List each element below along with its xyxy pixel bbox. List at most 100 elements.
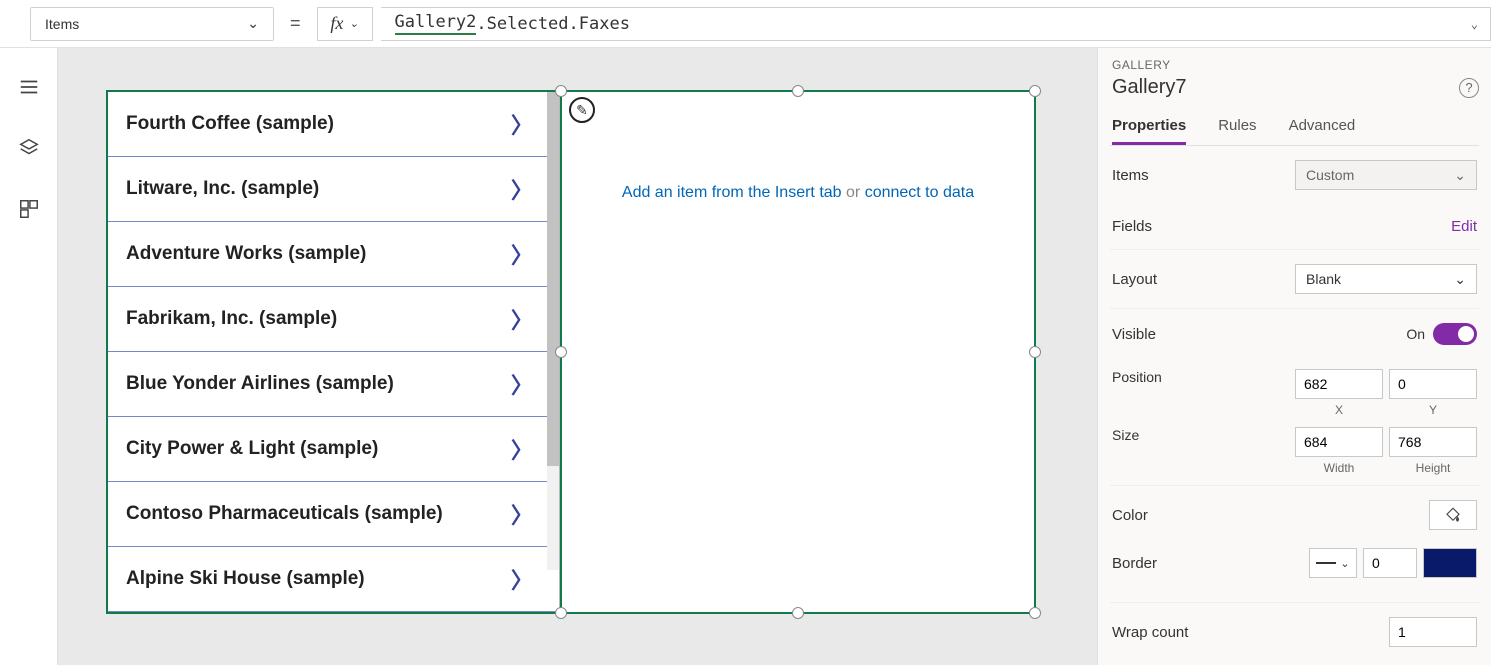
panel-category-label: GALLERY: [1110, 58, 1479, 72]
visible-state: On: [1406, 326, 1425, 342]
position-y-sublabel: Y: [1389, 403, 1477, 417]
size-label: Size: [1112, 427, 1139, 443]
wrap-count-input[interactable]: [1389, 617, 1477, 647]
chevron-down-icon: ⌄: [247, 15, 259, 32]
resize-handle[interactable]: [555, 346, 567, 358]
border-label: Border: [1112, 555, 1157, 572]
layout-dropdown[interactable]: Blank ⌄: [1295, 264, 1477, 294]
connect-data-link[interactable]: connect to data: [865, 184, 974, 201]
chevron-right-icon[interactable]: 〉: [511, 563, 533, 595]
resize-handle[interactable]: [1029, 607, 1041, 619]
app-canvas[interactable]: Fourth Coffee (sample) 〉 Litware, Inc. (s…: [106, 90, 1036, 614]
items-dropdown[interactable]: Custom ⌄: [1295, 160, 1477, 190]
chevron-right-icon[interactable]: 〉: [511, 173, 533, 205]
size-height-sublabel: Height: [1389, 461, 1477, 475]
position-x-input[interactable]: [1295, 369, 1383, 399]
chevron-down-icon: ⌄: [1454, 167, 1466, 184]
fill-icon: [1444, 506, 1462, 524]
tab-properties[interactable]: Properties: [1112, 117, 1186, 145]
chevron-right-icon[interactable]: 〉: [511, 238, 533, 270]
main-area: Fourth Coffee (sample) 〉 Litware, Inc. (s…: [0, 48, 1491, 665]
list-item[interactable]: Fourth Coffee (sample) 〉: [108, 92, 559, 157]
empty-gallery-placeholder: Add an item from the Insert tab or conne…: [562, 184, 1034, 202]
items-value: Custom: [1306, 167, 1354, 183]
property-selector-label: Items: [45, 16, 79, 32]
chevron-right-icon[interactable]: 〉: [511, 108, 533, 140]
color-picker[interactable]: [1429, 500, 1477, 530]
list-item-label: Contoso Pharmaceuticals (sample): [126, 503, 443, 525]
list-item-label: City Power & Light (sample): [126, 438, 378, 460]
fx-label: fx: [330, 13, 343, 34]
gallery2[interactable]: Fourth Coffee (sample) 〉 Litware, Inc. (s…: [108, 92, 560, 612]
panel-tabs: Properties Rules Advanced: [1110, 117, 1479, 146]
list-item[interactable]: Blue Yonder Airlines (sample) 〉: [108, 352, 559, 417]
list-item-label: Adventure Works (sample): [126, 243, 366, 265]
formula-input[interactable]: Gallery2.Selected.Faxes ⌄: [381, 7, 1491, 41]
insert-item-link[interactable]: Add an item from the Insert tab: [622, 184, 842, 201]
grid-icon[interactable]: [18, 198, 40, 223]
list-item-label: Fourth Coffee (sample): [126, 113, 334, 135]
canvas-area[interactable]: Fourth Coffee (sample) 〉 Litware, Inc. (s…: [58, 48, 1097, 665]
list-item[interactable]: Litware, Inc. (sample) 〉: [108, 157, 559, 222]
resize-handle[interactable]: [1029, 85, 1041, 97]
formula-rest: .Selected.Faxes: [476, 14, 630, 34]
gallery7-selected[interactable]: ✎ Add an item from the Insert tab or con…: [560, 92, 1034, 612]
formula-token-gallery2: Gallery2: [395, 12, 477, 35]
size-width-input[interactable]: [1295, 427, 1383, 457]
layout-label: Layout: [1112, 271, 1157, 288]
left-rail: [0, 48, 58, 665]
fields-edit-link[interactable]: Edit: [1451, 218, 1477, 235]
border-color-picker[interactable]: [1423, 548, 1477, 578]
tab-rules[interactable]: Rules: [1218, 117, 1256, 145]
resize-handle[interactable]: [555, 607, 567, 619]
resize-handle[interactable]: [792, 607, 804, 619]
color-label: Color: [1112, 507, 1148, 524]
chevron-right-icon[interactable]: 〉: [511, 368, 533, 400]
border-width-input[interactable]: [1363, 548, 1417, 578]
equals-sign: =: [282, 13, 309, 34]
properties-panel: GALLERY Gallery7 ? Properties Rules Adva…: [1097, 48, 1491, 665]
position-x-sublabel: X: [1295, 403, 1383, 417]
resize-handle[interactable]: [555, 85, 567, 97]
list-item-label: Fabrikam, Inc. (sample): [126, 308, 337, 330]
resize-handle[interactable]: [1029, 346, 1041, 358]
chevron-down-icon: ⌄: [1454, 271, 1466, 288]
property-selector[interactable]: Items ⌄: [30, 7, 274, 41]
border-style-dropdown[interactable]: ⌄: [1309, 548, 1357, 578]
list-item-label: Litware, Inc. (sample): [126, 178, 319, 200]
list-item[interactable]: Adventure Works (sample) 〉: [108, 222, 559, 287]
visible-label: Visible: [1112, 326, 1156, 343]
chevron-down-icon: ⌄: [349, 17, 358, 30]
chevron-right-icon[interactable]: 〉: [511, 498, 533, 530]
list-item[interactable]: Alpine Ski House (sample) 〉: [108, 547, 559, 612]
list-item-label: Alpine Ski House (sample): [126, 568, 365, 590]
list-item-label: Blue Yonder Airlines (sample): [126, 373, 394, 395]
list-item[interactable]: Fabrikam, Inc. (sample) 〉: [108, 287, 559, 352]
position-label: Position: [1112, 369, 1162, 385]
fx-button[interactable]: fx ⌄: [317, 7, 373, 41]
help-icon[interactable]: ?: [1459, 78, 1479, 98]
placeholder-or: or: [842, 184, 865, 201]
size-height-input[interactable]: [1389, 427, 1477, 457]
list-item[interactable]: Contoso Pharmaceuticals (sample) 〉: [108, 482, 559, 547]
tab-advanced[interactable]: Advanced: [1289, 117, 1356, 145]
list-item[interactable]: City Power & Light (sample) 〉: [108, 417, 559, 482]
layers-icon[interactable]: [18, 137, 40, 162]
chevron-right-icon[interactable]: 〉: [511, 303, 533, 335]
size-width-sublabel: Width: [1295, 461, 1383, 475]
fields-label: Fields: [1112, 218, 1152, 235]
hamburger-icon[interactable]: [18, 76, 40, 101]
toggle-track[interactable]: [1433, 323, 1477, 345]
visible-toggle[interactable]: On: [1406, 323, 1477, 345]
chevron-down-icon: ⌄: [1340, 557, 1349, 570]
chevron-down-icon[interactable]: ⌄: [1471, 17, 1478, 31]
edit-template-icon[interactable]: ✎: [569, 97, 595, 123]
resize-handle[interactable]: [792, 85, 804, 97]
toggle-knob: [1458, 326, 1474, 342]
position-y-input[interactable]: [1389, 369, 1477, 399]
wrap-count-label: Wrap count: [1112, 624, 1188, 641]
scrollbar-thumb[interactable]: [547, 92, 559, 466]
chevron-right-icon[interactable]: 〉: [511, 433, 533, 465]
layout-value: Blank: [1306, 271, 1341, 287]
border-line-icon: [1316, 562, 1336, 564]
